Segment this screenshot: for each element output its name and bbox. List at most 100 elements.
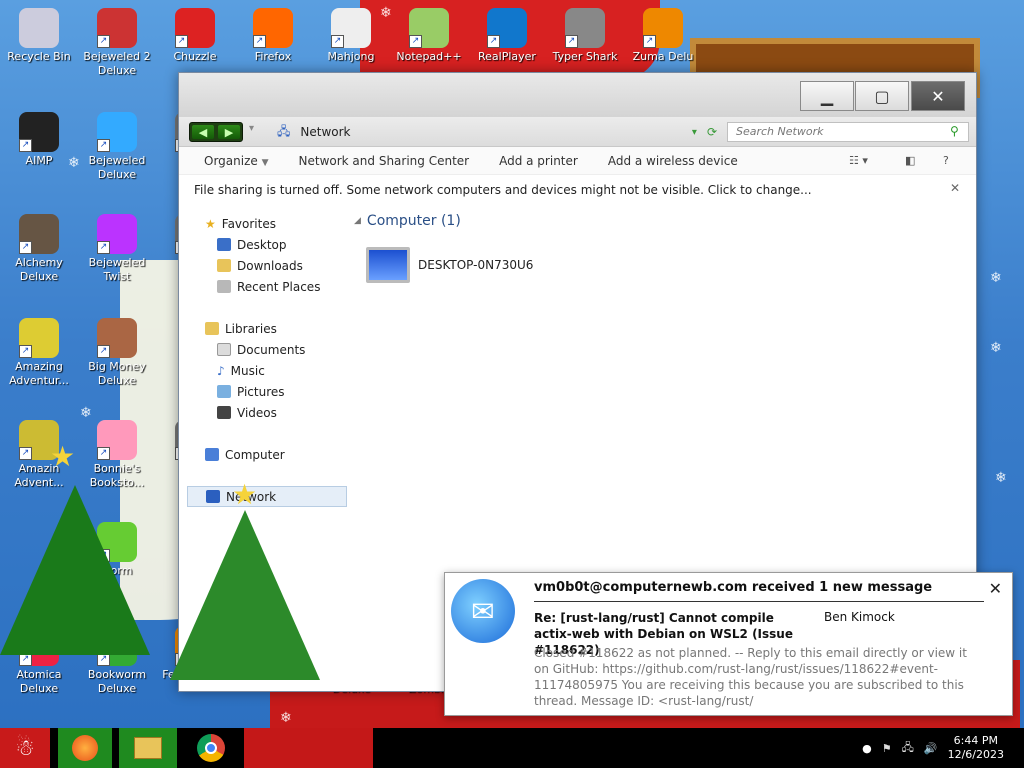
desktop-icon-chuzzle[interactable]: ↗ Chuzzle (156, 8, 234, 64)
desktop-icon-amazing-adventures[interactable]: ↗ Amazing Adventur... (0, 318, 78, 388)
collapse-icon[interactable]: ◢ (354, 216, 361, 226)
nav-label: Computer (225, 447, 285, 462)
nav-label: Favorites (221, 216, 276, 231)
desktop-icon-bejeweled[interactable]: ↗ Bejeweled Deluxe (78, 112, 156, 182)
taskbar: ☃ ● ⚑ 🖧 🔊 6:44 PM 12/6/2023 (0, 728, 1024, 768)
shortcut-arrow-icon: ↗ (97, 345, 110, 358)
preview-pane-icon[interactable]: ◧ (905, 154, 915, 167)
shortcut-arrow-icon: ↗ (409, 35, 422, 48)
desktop-icon-label: Typer Shark (552, 50, 618, 63)
recent-places-icon (217, 280, 231, 293)
snowflake-icon: ❄ (280, 710, 292, 726)
nav-desktop[interactable]: Desktop (187, 234, 347, 255)
search-icon[interactable]: ⚲ (950, 124, 959, 138)
desktop-icon-recycle-bin[interactable]: Recycle Bin (0, 8, 78, 64)
nav-music[interactable]: ♪ Music (187, 360, 347, 381)
firefox-icon (72, 735, 98, 761)
list-item[interactable]: DESKTOP-0N730U6 (366, 247, 533, 283)
network-tray-icon[interactable]: 🖧 (902, 739, 914, 758)
desktop-icon-notepadpp[interactable]: ↗ Notepad++ (390, 8, 468, 64)
nav-downloads[interactable]: Downloads (187, 255, 347, 276)
nav-videos[interactable]: Videos (187, 402, 347, 423)
santa-start-icon: ☃ (15, 735, 35, 761)
mail-notification[interactable]: ✉ vm0b0t@computernewb.com received 1 new… (444, 572, 1013, 716)
christmas-tree-left (0, 485, 150, 655)
shortcut-arrow-icon: ↗ (19, 447, 32, 460)
organize-button[interactable]: Organize ▼ (204, 154, 269, 168)
action-center-flag-icon[interactable]: ⚑ (882, 742, 892, 755)
nav-label: Libraries (225, 321, 277, 336)
info-bar-close-icon[interactable]: ✕ (950, 181, 960, 195)
taskbar-explorer[interactable] (119, 728, 177, 768)
desktop-icon-bejeweled-twist[interactable]: ↗ Bejeweled Twist (78, 214, 156, 284)
desktop-icon-bonnies-bookstore[interactable]: ↗ Bonnie's Booksto... (78, 420, 156, 490)
thunderbird-icon: ✉ (451, 579, 515, 643)
breadcrumb[interactable]: 🖧 Network ▾ ⟳ (277, 122, 717, 142)
downloads-icon (217, 259, 231, 272)
shortcut-arrow-icon: ↗ (97, 139, 110, 152)
search-input[interactable]: Search Network (727, 122, 969, 142)
desktop-icon-label: Atomica Deluxe (16, 668, 62, 695)
minimize-button[interactable]: ▁ (800, 81, 854, 111)
add-printer-button[interactable]: Add a printer (499, 154, 578, 168)
shortcut-arrow-icon: ↗ (487, 35, 500, 48)
nav-pictures[interactable]: Pictures (187, 381, 347, 402)
title-bar[interactable]: ▁ ▢ ✕ (179, 73, 976, 117)
organize-label: Organize (204, 153, 258, 168)
address-dropdown-icon[interactable]: ▾ (692, 127, 697, 138)
taskbar-firefox[interactable] (58, 728, 112, 768)
notification-close-icon[interactable]: ✕ (989, 579, 1002, 598)
desktop-icon-zuma[interactable]: ↗ Zuma Delu (624, 8, 702, 64)
breadcrumb-network[interactable]: Network (300, 125, 350, 139)
desktop-icon-firefox[interactable]: ↗ Firefox (234, 8, 312, 64)
nav-documents[interactable]: Documents (187, 339, 347, 360)
command-bar: Organize ▼ Network and Sharing Center Ad… (179, 147, 976, 175)
nav-computer[interactable]: Computer (187, 444, 347, 465)
desktop-icon-label: RealPlayer (478, 50, 536, 63)
nav-label: Videos (237, 405, 277, 420)
taskbar-thunderbird[interactable] (244, 728, 373, 768)
view-options-icon[interactable]: ☷ ▾ (849, 154, 868, 167)
notepadpp-icon: ↗ (409, 8, 449, 48)
network-sharing-center-button[interactable]: Network and Sharing Center (299, 154, 470, 168)
clock-time: 6:44 PM (953, 734, 998, 747)
desktop-icon-mahjong[interactable]: ↗ Mahjong (312, 8, 390, 64)
videos-icon (217, 406, 231, 419)
maximize-button[interactable]: ▢ (855, 81, 909, 111)
add-wireless-device-button[interactable]: Add a wireless device (608, 154, 738, 168)
group-header[interactable]: ◢ Computer (1) (354, 213, 533, 229)
bejeweled-icon: ↗ (97, 112, 137, 152)
snowflake-icon: ❄ (990, 340, 1002, 356)
address-bar: ◀ ▶ ▾ 🖧 Network ▾ ⟳ Search Network ⚲ (179, 117, 976, 147)
desktop-icon-realplayer[interactable]: ↗ RealPlayer (468, 8, 546, 64)
nav-recent-places[interactable]: Recent Places (187, 276, 347, 297)
back-button[interactable]: ◀ (192, 125, 214, 139)
star-icon: ★ (205, 216, 216, 231)
desktop-icon-aimp[interactable]: ↗ AIMP (0, 112, 78, 168)
forward-button[interactable]: ▶ (218, 125, 240, 139)
clock[interactable]: 6:44 PM 12/6/2023 (948, 734, 1004, 762)
content-pane: ◢ Computer (1) DESKTOP-0N730U6 (354, 213, 533, 283)
desktop-icon-bejeweled2[interactable]: ↗ Bejeweled 2 Deluxe (78, 8, 156, 78)
start-button[interactable]: ☃ (0, 728, 50, 768)
desktop-icon-typer-shark[interactable]: ↗ Typer Shark (546, 8, 624, 64)
info-bar-text: File sharing is turned off. Some network… (194, 183, 812, 197)
help-icon[interactable]: ? (943, 154, 949, 167)
nav-network[interactable]: Network (187, 486, 347, 507)
desktop-icon-big-money[interactable]: ↗ Big Money Deluxe (78, 318, 156, 388)
taskbar-chrome[interactable] (184, 728, 238, 768)
desktop-icon-alchemy[interactable]: ↗ Alchemy Deluxe (0, 214, 78, 284)
nav-libraries[interactable]: Libraries (187, 318, 347, 339)
desktop-icon-label: Firefox (254, 50, 292, 63)
history-dropdown-icon[interactable]: ▾ (249, 123, 254, 134)
desktop-icon-label: Bejeweled Deluxe (88, 154, 146, 181)
close-button[interactable]: ✕ (911, 81, 965, 111)
zuma-icon: ↗ (643, 8, 683, 48)
volume-icon[interactable]: 🔊 (924, 742, 938, 755)
info-bar[interactable]: File sharing is turned off. Some network… (179, 175, 976, 205)
shortcut-arrow-icon: ↗ (565, 35, 578, 48)
refresh-icon[interactable]: ⟳ (707, 125, 717, 139)
nav-favorites[interactable]: ★ Favorites (187, 213, 347, 234)
tray-dot-icon[interactable]: ● (862, 742, 872, 755)
snowflake-icon: ❄ (995, 470, 1007, 486)
